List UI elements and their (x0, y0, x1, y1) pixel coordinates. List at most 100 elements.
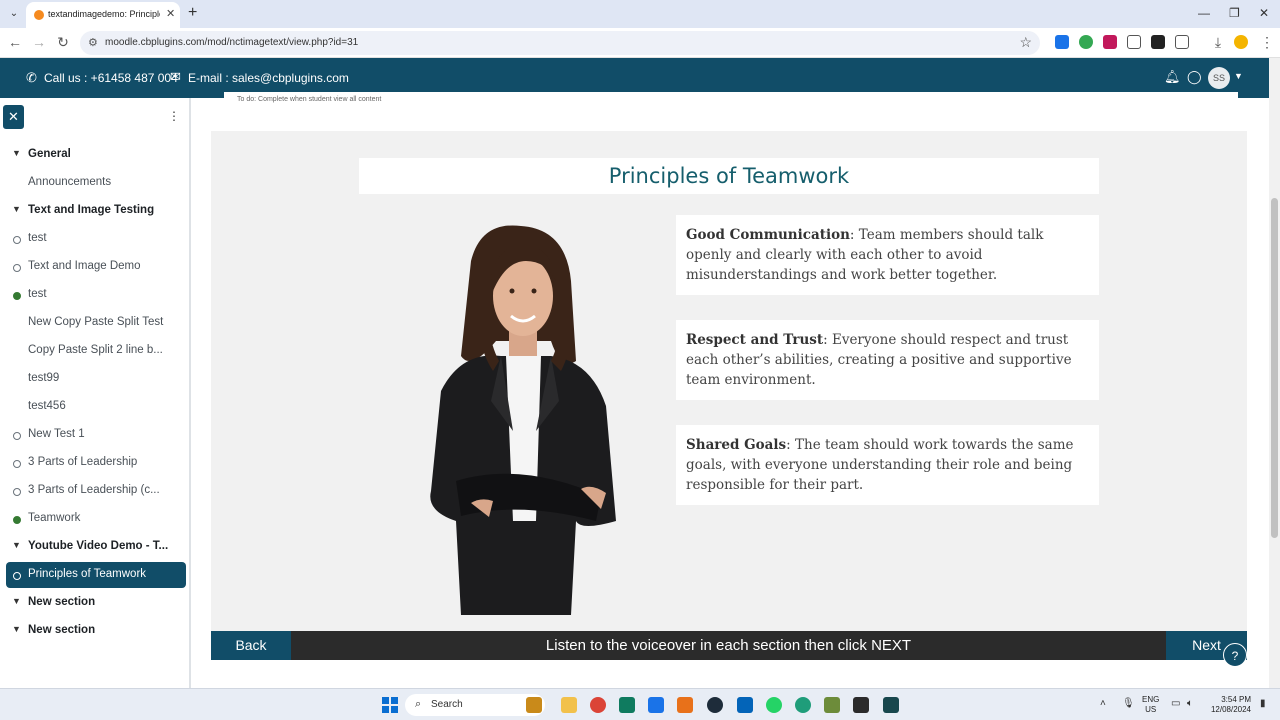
user-avatar[interactable]: SS (1208, 67, 1230, 89)
extensions-puzzle-icon[interactable] (1175, 35, 1189, 49)
course-index-label: Copy Paste Split 2 line b... (28, 344, 163, 356)
course-index-label: test99 (28, 372, 60, 384)
course-index-label: Text and Image Testing (28, 204, 155, 216)
card-heading: Good Communication (686, 227, 850, 243)
course-index-label: test (28, 288, 47, 300)
chrome-icon[interactable] (590, 697, 606, 713)
reload-icon[interactable]: ↻ (54, 34, 72, 51)
course-index-label: Principles of Teamwork (28, 568, 147, 580)
browser-menu-icon[interactable]: ⋮ (1258, 34, 1276, 51)
drawer-options-icon[interactable]: ⋮ (168, 109, 180, 123)
course-activity-item[interactable]: Principles of Teamwork (6, 562, 186, 588)
course-activity-item[interactable]: Teamwork (6, 506, 186, 532)
course-section-item[interactable]: ▼ New section (6, 590, 186, 616)
course-index-label: New Test 1 (28, 428, 85, 440)
course-index-label: Text and Image Demo (28, 260, 141, 272)
moodle-favicon-icon (34, 10, 44, 20)
scrollbar-thumb[interactable] (1271, 198, 1278, 538)
minimize-icon[interactable]: — (1198, 6, 1210, 20)
back-arrow-icon[interactable]: ← (6, 34, 24, 50)
tab-close-icon[interactable]: ✕ (166, 7, 175, 20)
site-info-icon[interactable]: ⚙ (88, 36, 98, 49)
vlc-icon[interactable] (677, 697, 693, 713)
section-collapse-chevron-icon[interactable]: ▼ (12, 204, 21, 214)
course-index-label: Teamwork (28, 512, 81, 524)
course-activity-item[interactable]: test (6, 282, 186, 308)
incomplete-status-icon (13, 488, 21, 496)
course-activity-item[interactable]: Copy Paste Split 2 line b... (6, 338, 186, 364)
outlook-icon[interactable] (737, 697, 753, 713)
briefcase-app-icon[interactable] (526, 697, 542, 713)
address-bar[interactable]: ⚙ moodle.cbplugins.com/mod/nctimagetext/… (80, 31, 1040, 55)
file-explorer-icon[interactable] (561, 697, 577, 713)
window-close-icon[interactable]: ✕ (1259, 6, 1269, 20)
browser-toolbar: ← → ↻ ⚙ moodle.cbplugins.com/mod/nctimag… (0, 28, 1280, 58)
course-activity-item[interactable]: 3 Parts of Leadership (6, 450, 186, 476)
font-extension-icon[interactable] (1151, 35, 1165, 49)
s-extension-icon[interactable] (1103, 35, 1117, 49)
edge-icon[interactable] (795, 697, 811, 713)
network-icon[interactable]: ▭ (1171, 698, 1180, 709)
help-button[interactable]: ? (1223, 643, 1247, 667)
volume-icon[interactable]: 🔈︎ (1187, 698, 1193, 709)
store-app-icon[interactable] (619, 697, 635, 713)
completed-status-icon (13, 516, 21, 524)
course-section-item[interactable]: ▼ Youtube Video Demo - T... (6, 534, 186, 560)
microphone-icon[interactable]: 🎙︎ (1122, 698, 1135, 709)
download-extension-icon[interactable] (1055, 35, 1069, 49)
slide-title: Principles of Teamwork (359, 158, 1099, 194)
color-extension-icon[interactable] (1079, 35, 1093, 49)
card-heading: Shared Goals (686, 437, 787, 453)
incomplete-status-icon (13, 236, 21, 244)
tab-search-icon[interactable]: ⌄ (6, 6, 22, 22)
course-index-label: 3 Parts of Leadership (28, 456, 138, 468)
course-index-label: test456 (28, 400, 66, 412)
snipping-tool-icon[interactable] (824, 697, 840, 713)
course-activity-item[interactable]: New Copy Paste Split Test (6, 310, 186, 336)
course-section-item[interactable]: ▼ Text and Image Testing (6, 198, 186, 224)
section-collapse-chevron-icon[interactable]: ▼ (12, 540, 21, 550)
course-section-item[interactable]: ▼ New section (6, 618, 186, 644)
bookmark-star-icon[interactable]: ☆ (1019, 34, 1032, 51)
downloads-icon[interactable]: ⤓ (1209, 34, 1227, 51)
c-app-icon[interactable] (707, 697, 723, 713)
language-indicator[interactable]: ENG US (1142, 695, 1159, 715)
course-activity-item[interactable]: test (6, 226, 186, 252)
course-activity-item[interactable]: Text and Image Demo (6, 254, 186, 280)
restore-icon[interactable]: ❐ (1229, 6, 1240, 20)
windows-start-icon[interactable] (382, 697, 398, 713)
close-drawer-button[interactable]: ✕ (3, 105, 24, 129)
region-code: US (1145, 705, 1157, 714)
course-index-label: 3 Parts of Leadership (c... (28, 484, 160, 496)
notification-bell-icon[interactable]: 🔔︎ (1164, 69, 1181, 85)
planner-app-icon[interactable] (648, 697, 664, 713)
messages-icon[interactable]: ◯ (1187, 69, 1202, 85)
whatsapp-icon[interactable] (766, 697, 782, 713)
tray-overflow-icon[interactable]: ˄ (1100, 698, 1106, 709)
screenshot-extension-icon[interactable] (1127, 35, 1141, 49)
clock[interactable]: 3:54 PM 12/08/2024 (1205, 695, 1251, 715)
course-activity-item[interactable]: 3 Parts of Leadership (c... (6, 478, 186, 504)
course-activity-item[interactable]: test456 (6, 394, 186, 420)
back-button[interactable]: Back (211, 631, 291, 660)
section-collapse-chevron-icon[interactable]: ▼ (12, 148, 21, 158)
course-activity-item[interactable]: Announcements (6, 170, 186, 196)
browser-tab[interactable]: textandimagedemo: Principles of Teamwork… (26, 2, 180, 28)
course-index-label: Youtube Video Demo - T... (28, 540, 169, 552)
user-menu-chevron-icon[interactable]: ▼ (1234, 71, 1243, 81)
terminal-app-icon[interactable] (883, 697, 899, 713)
forward-arrow-icon[interactable]: → (30, 34, 48, 50)
new-tab-icon[interactable]: + (188, 4, 197, 22)
page-scrollbar[interactable] (1269, 58, 1280, 688)
section-collapse-chevron-icon[interactable]: ▼ (12, 596, 21, 606)
notification-center-icon[interactable]: ▮ (1260, 698, 1266, 709)
activity-completion-info: To do: Complete when student view all co… (224, 92, 1238, 120)
sticky-notes-icon[interactable] (853, 697, 869, 713)
taskbar-search-box[interactable]: ⌕ Search (405, 694, 545, 716)
section-collapse-chevron-icon[interactable]: ▼ (12, 624, 21, 634)
profile-icon[interactable] (1234, 35, 1248, 49)
course-activity-item[interactable]: New Test 1 (6, 422, 186, 448)
course-activity-item[interactable]: test99 (6, 366, 186, 392)
windows-taskbar: ⌕ Search ˄ 🎙︎ ENG US ▭ 🔈︎ 3:54 PM 12/08/… (0, 688, 1280, 720)
course-section-item[interactable]: ▼ General (6, 142, 186, 168)
